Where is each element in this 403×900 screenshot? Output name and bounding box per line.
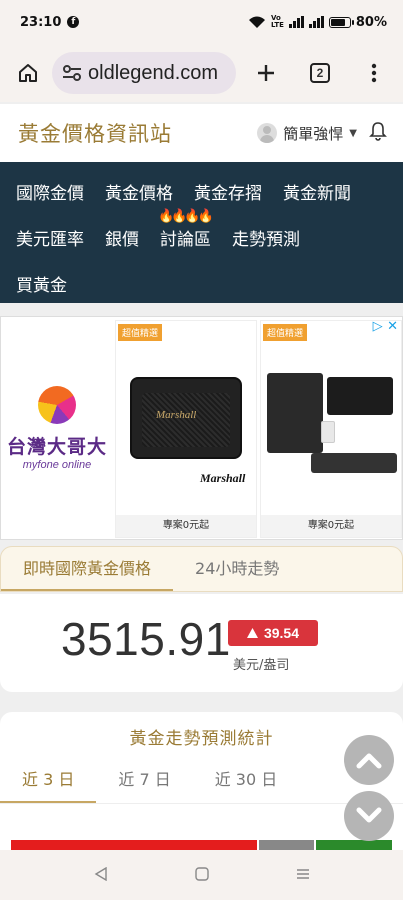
ad-caption: 專案0元起 [116,515,256,537]
site-settings-icon[interactable] [62,64,82,82]
soundbar-image [311,453,397,473]
tab-30-days[interactable]: 近 30 日 [193,758,300,803]
recents-button[interactable] [296,866,310,885]
ad-product-card[interactable]: 超值精選 專案0元起 [260,320,402,538]
nav-item-forecast[interactable]: 走勢預測 [232,225,300,250]
user-name: 簡單強悍 [283,124,344,143]
nav-row: 美元匯率 銀價 🔥🔥🔥🔥 討論區 走勢預測 [16,209,403,260]
nav-item-buy-gold[interactable]: 買黃金 [16,271,67,296]
tab-switcher-button[interactable]: 2 [300,53,340,93]
user-menu[interactable]: 簡單強悍 ▼ [257,123,357,144]
ad-caption: 專案0元起 [261,515,401,537]
nav-row: 國際金價 黃金價格 黃金存摺 黃金新聞 [16,168,403,214]
facebook-notification-icon: f [67,16,80,28]
tab-count: 2 [310,63,330,83]
system-navigation-bar [0,850,403,900]
speaker-logo: Marshall [156,409,197,421]
bell-icon[interactable] [369,121,387,145]
marshall-signature: Marshall [200,471,246,485]
status-icons: Vo LTE 80% [248,15,387,30]
back-icon [94,866,107,881]
site-header: 黃金價格資訊站 簡單強悍 ▼ [0,104,403,162]
clock: 23:10 [20,14,62,30]
volte-indicator: Vo LTE [271,14,284,29]
forecast-title: 黃金走勢預測統計 [129,729,274,749]
nav-row: 買黃金 [16,260,403,306]
square-icon [194,866,209,881]
main-nav: 國際金價 黃金價格 黃金存摺 黃金新聞 美元匯率 銀價 🔥🔥🔥🔥 討論區 走勢預測… [0,162,403,303]
bag-image [321,421,335,443]
brand-logo-icon [38,385,76,424]
signal-icon [288,16,304,28]
nav-item-forum-label: 討論區 [160,229,211,250]
new-tab-button[interactable] [246,53,286,93]
tab-24h-trend[interactable]: 24小時走勢 [173,547,301,591]
ad-brand-sub: myfone online [22,458,92,471]
url-text: oldlegend.com [88,61,219,84]
forecast-tabs: 近 3 日 近 7 日 近 30 日 [0,758,403,804]
ad-tag: 超值精選 [263,324,308,341]
tab-3-days[interactable]: 近 3 日 [0,758,97,803]
scroll-down-button[interactable] [344,791,394,841]
avatar [257,123,278,143]
ad-tag: 超值精選 [118,324,163,341]
back-button[interactable] [94,866,108,885]
chevron-up-icon [356,753,382,769]
nav-item-usd-rate[interactable]: 美元匯率 [16,225,84,250]
home-nav-button[interactable] [194,866,209,885]
appliance-image [267,373,323,453]
price-card: 3515.91 39.54 美元/盎司 [0,594,403,692]
plus-icon [258,65,274,81]
nav-item-gold-passbook[interactable]: 黃金存摺 [194,179,262,204]
site-title[interactable]: 黃金價格資訊站 [18,118,172,148]
nav-item-international-gold[interactable]: 國際金價 [16,179,84,204]
tab-live-price[interactable]: 即時國際黃金價格 [1,547,174,591]
menu-icon [296,868,309,879]
tab-7-days[interactable]: 近 7 日 [96,758,192,803]
nav-item-forum[interactable]: 🔥🔥🔥🔥 討論區 [158,209,214,250]
ad-brand-name: 台灣大哥大 [6,435,107,458]
chevron-down-icon [356,807,382,823]
chevron-down-icon: ▼ [349,127,357,139]
scroll-up-button[interactable] [344,735,394,785]
fire-icon: 🔥🔥🔥🔥 [158,208,214,224]
nav-item-gold-news[interactable]: 黃金新聞 [283,179,351,204]
nav-item-silver-price[interactable]: 銀價 [105,225,139,250]
ad-brand-logo[interactable]: 台灣大哥大 myfone online [1,317,113,539]
gold-price: 3515.91 [61,613,231,665]
home-icon [19,64,37,82]
price-change: 39.54 [263,625,300,641]
battery-icon [328,16,354,28]
price-unit: 美元/盎司 [233,658,290,673]
ad-choices-icon[interactable]: ▷ ✕ [373,319,398,334]
price-change-badge: 39.54 [228,620,318,646]
triangle-up-icon [246,628,258,638]
battery-percent: 80% [355,14,387,30]
signal-icon-2 [308,16,324,28]
ad-product-card[interactable]: 超值精選 Marshall Marshall 專案0元起 [115,320,257,538]
wifi-icon [249,16,266,28]
address-bar[interactable]: oldlegend.com [52,52,236,94]
home-button[interactable] [8,53,48,93]
more-vert-icon [371,63,377,83]
microwave-image [327,377,393,415]
status-bar: 23:10 f Vo LTE 80% [0,0,403,44]
browser-menu-button[interactable] [354,53,394,93]
nav-item-gold-price[interactable]: 黃金價格 [105,179,173,204]
advertisement[interactable]: 台灣大哥大 myfone online 超值精選 Marshall Marsha… [0,316,403,540]
browser-toolbar: oldlegend.com 2 [0,44,403,102]
price-tabs: 即時國際黃金價格 24小時走勢 [0,546,403,592]
